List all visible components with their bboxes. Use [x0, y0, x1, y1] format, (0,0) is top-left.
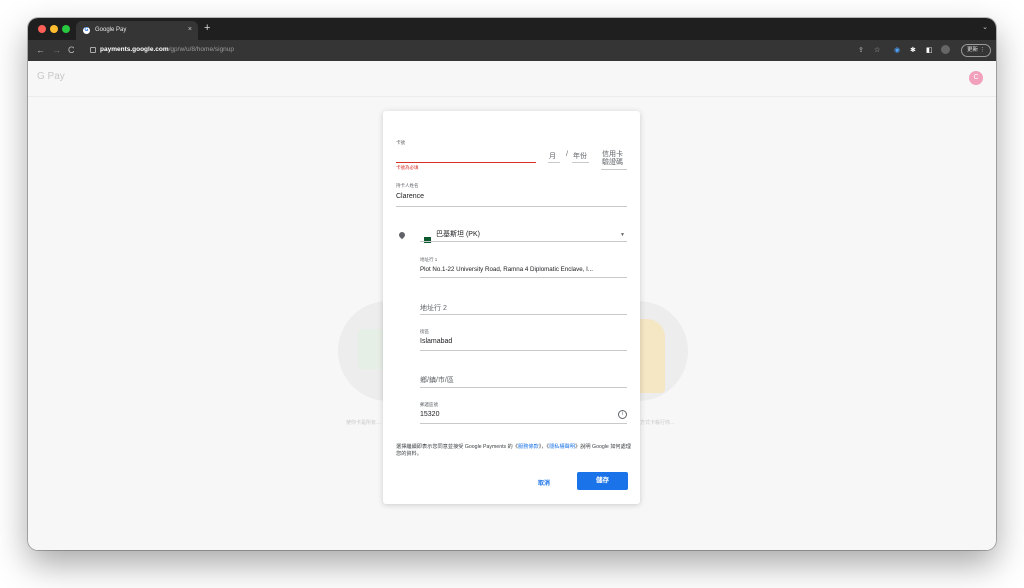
update-button[interactable]: 更新 ⋮	[960, 44, 991, 57]
district-label: 街區	[420, 329, 429, 334]
country-select[interactable]: 巴基斯坦 (PK)	[436, 229, 480, 239]
page-content: G Pay C 使你卡是所有… 方式卡帳行你… 卡號 卡號為必填 月 / 年份 …	[28, 61, 996, 550]
expiry-year-input[interactable]: 年份	[573, 151, 587, 161]
city-input[interactable]: 鄉/鎮/市/區	[420, 375, 454, 385]
postal-underline	[420, 423, 627, 424]
puzzle-icon[interactable]: ✱	[910, 46, 916, 54]
cardholder-label: 持卡人姓名	[396, 183, 419, 188]
card-number-error: 卡號為必填	[396, 165, 419, 170]
minimize-window-button[interactable]	[50, 25, 58, 33]
google-favicon-icon: G	[83, 27, 90, 34]
card-number-input[interactable]	[396, 162, 536, 163]
terms-prefix: 選擇繼續即表示您同意並接受 Google Payments 的《	[396, 444, 518, 450]
reload-icon[interactable]: C	[68, 45, 75, 55]
payment-dialog: 卡號 卡號為必填 月 / 年份 信用卡驗證碼 持卡人姓名 Clarence 巴基…	[383, 111, 640, 504]
gpay-logo: G Pay	[37, 71, 65, 82]
url-host: payments.google.com	[100, 46, 169, 53]
cardholder-underline	[396, 206, 627, 207]
terms-mid: 》，《	[538, 444, 550, 450]
expiry-month-underline	[548, 162, 560, 163]
country-underline	[420, 241, 627, 242]
expiry-separator: /	[566, 151, 568, 158]
new-tab-button[interactable]: +	[204, 22, 210, 34]
save-button[interactable]: 儲存	[577, 472, 628, 490]
account-avatar[interactable]: C	[969, 71, 983, 85]
district-input[interactable]: Islamabad	[420, 338, 452, 345]
tab-bar: G Google Pay × + ⌄	[28, 18, 996, 40]
zoom-window-button[interactable]	[62, 25, 70, 33]
tab-google-pay[interactable]: G Google Pay ×	[76, 21, 198, 40]
back-icon[interactable]: ←	[36, 45, 45, 55]
terms-of-service-link[interactable]: 服務條款	[518, 444, 539, 450]
background-caption-left: 使你卡是所有…	[346, 420, 382, 426]
address-bar[interactable]: payments.google.com/gp/w/u/8/home/signup	[100, 46, 234, 53]
sidepanel-icon[interactable]: ◧	[926, 46, 933, 54]
update-label: 更新	[966, 47, 978, 53]
cancel-button[interactable]: 取消	[538, 478, 550, 487]
profile-avatar[interactable]	[941, 45, 950, 54]
country-dropdown-caret-icon[interactable]: ▼	[620, 232, 625, 238]
privacy-notice-link[interactable]: 隱私權聲明	[549, 444, 575, 450]
close-window-button[interactable]	[38, 25, 46, 33]
browser-toolbar: ← → C payments.google.com/gp/w/u/8/home/…	[28, 40, 996, 61]
postal-input[interactable]: 15320	[420, 411, 439, 418]
address1-label: 地址行 1	[420, 257, 438, 262]
expiry-year-underline	[572, 162, 589, 163]
terms-text: 選擇繼續即表示您同意並接受 Google Payments 的《服務條款》，《隱…	[396, 444, 632, 458]
postal-label: 郵遞區號	[420, 402, 438, 407]
tab-close-icon[interactable]: ×	[188, 26, 192, 33]
star-icon[interactable]: ☆	[874, 46, 880, 54]
address2-input[interactable]: 地址行 2	[420, 303, 447, 313]
location-pin-icon	[397, 230, 407, 240]
share-icon[interactable]: ⇪	[858, 46, 864, 54]
cvc-input[interactable]: 信用卡驗證碼	[602, 151, 628, 167]
cardholder-input[interactable]: Clarence	[396, 193, 424, 200]
extension-icon[interactable]: ◉	[894, 46, 900, 54]
info-icon[interactable]: i	[618, 410, 627, 419]
tab-title: Google Pay	[95, 27, 127, 33]
url-path: /gp/w/u/8/home/signup	[168, 46, 235, 53]
forward-icon[interactable]: →	[52, 45, 61, 55]
address2-underline	[420, 314, 627, 315]
appbar-divider	[28, 96, 996, 97]
lock-icon[interactable]	[90, 47, 96, 53]
browser-window: G Google Pay × + ⌄ ← → C payments.google…	[28, 18, 996, 550]
cvc-underline	[601, 169, 627, 170]
address1-input[interactable]: Plot No.1-22 University Road, Ramna 4 Di…	[420, 266, 593, 273]
district-underline	[420, 350, 627, 351]
tab-search-chevron-icon[interactable]: ⌄	[982, 23, 988, 31]
expiry-month-input[interactable]: 月	[549, 151, 556, 161]
address1-underline	[420, 277, 627, 278]
background-caption-right: 方式卡帳行你…	[640, 420, 676, 426]
card-number-label: 卡號	[396, 140, 405, 145]
city-underline	[420, 387, 627, 388]
